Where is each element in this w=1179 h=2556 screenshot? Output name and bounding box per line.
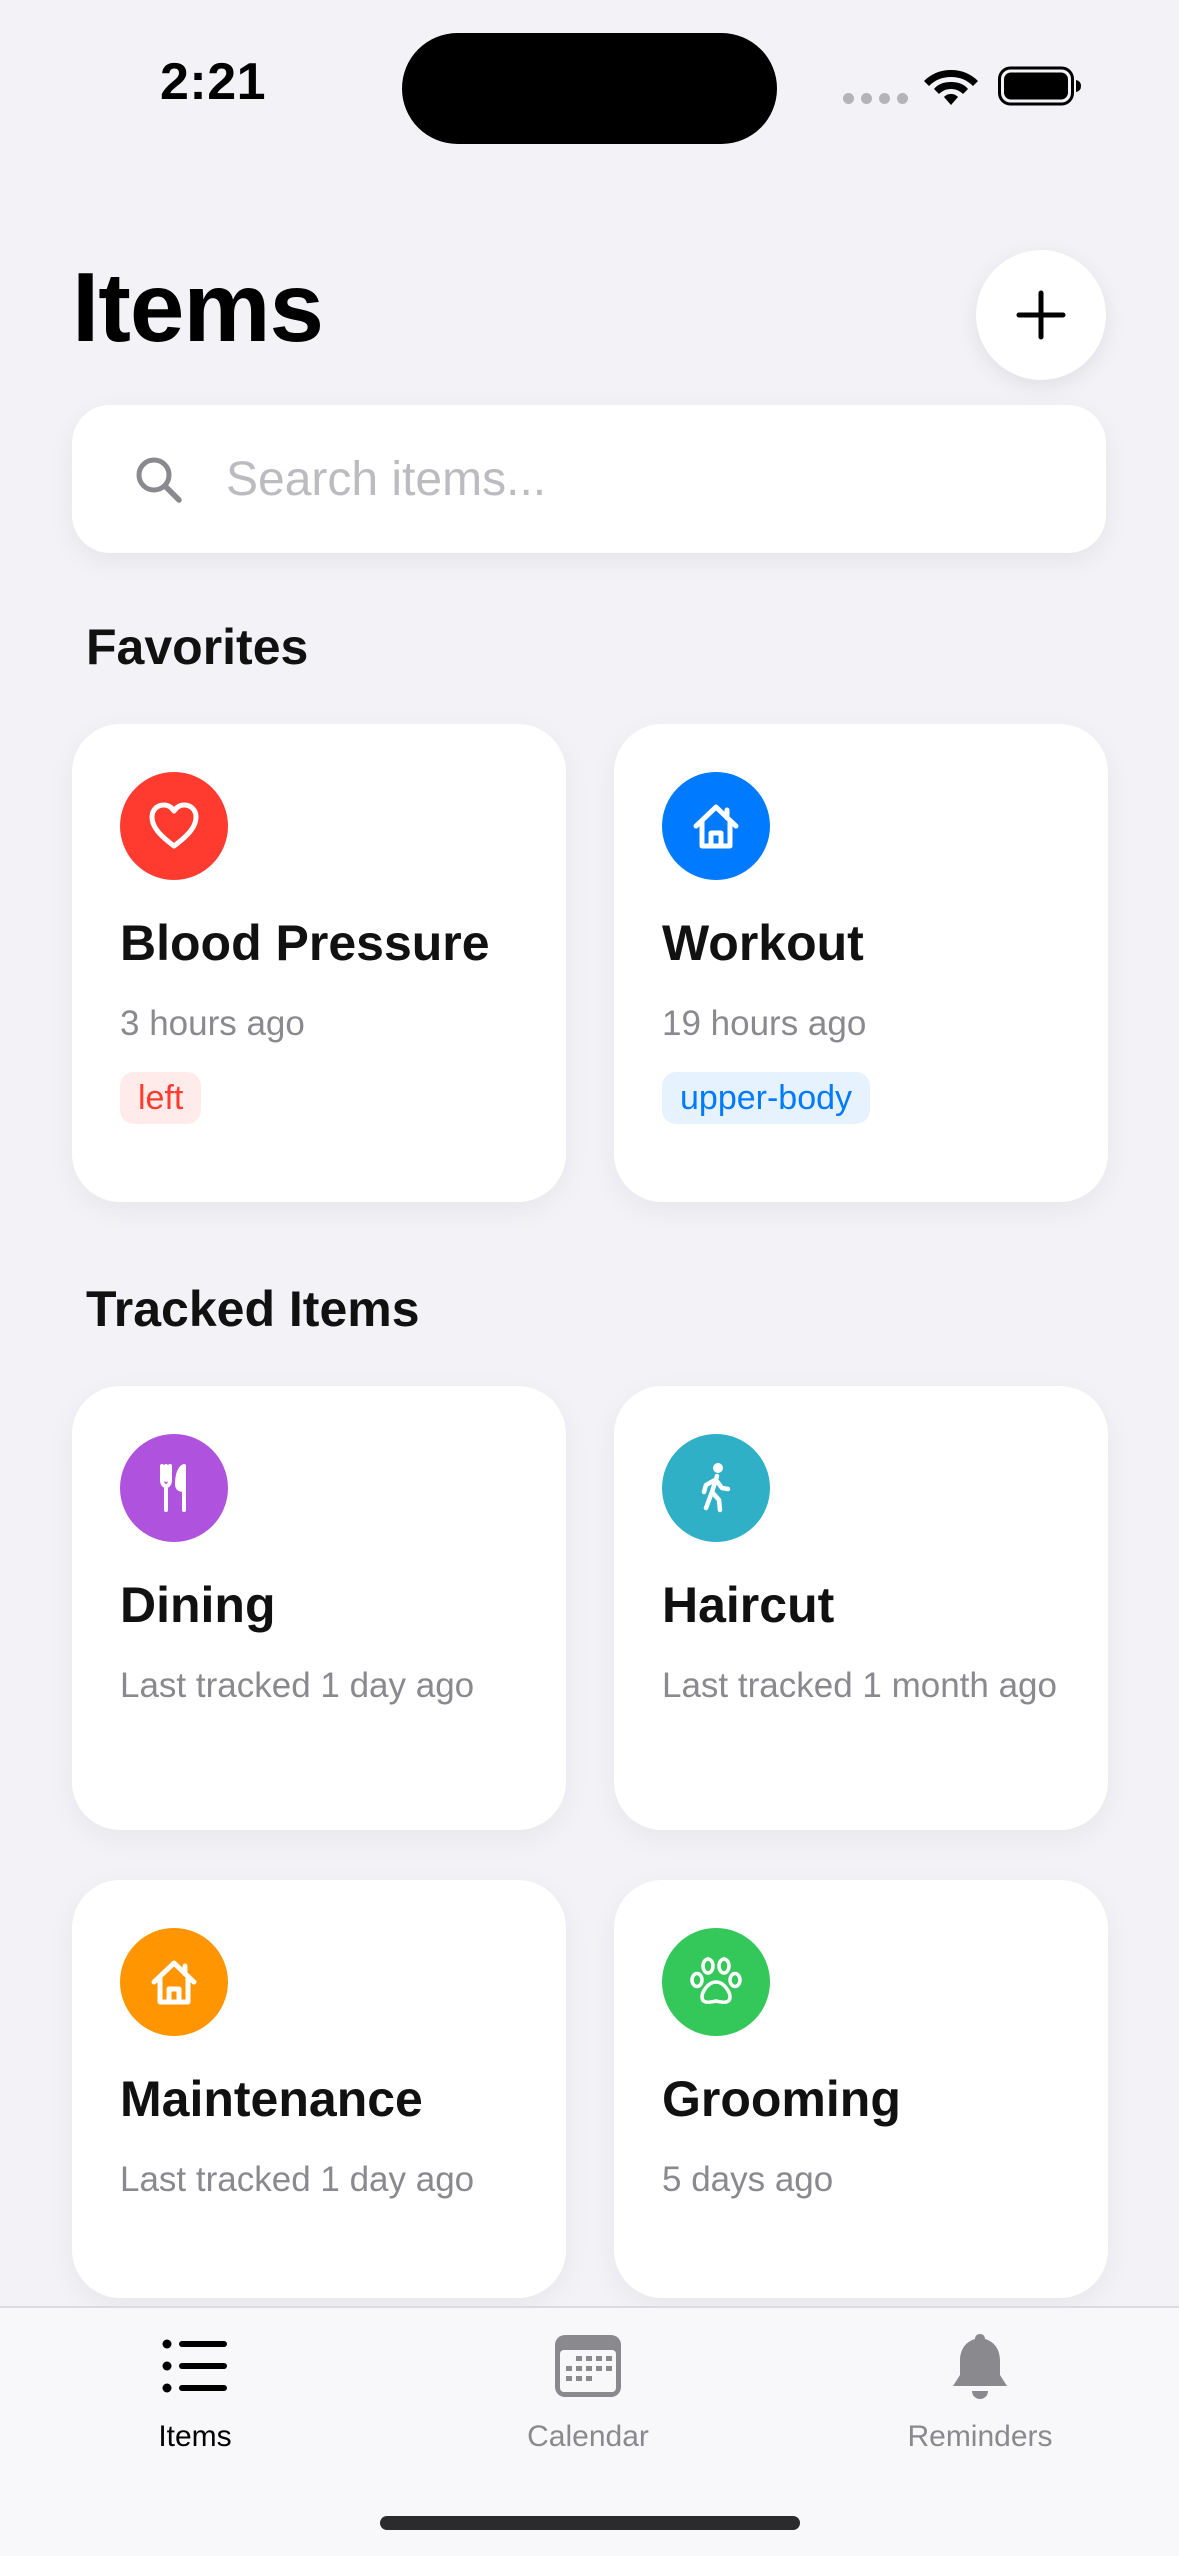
screen: 2:21 Items Favorites Blood Pressure 3 ho… [0,0,1179,2556]
card-title: Grooming [662,2071,901,2127]
tab-label: Items [158,2420,232,2453]
tab-label: Reminders [907,2420,1053,2453]
plus-icon [1016,290,1066,340]
wifi-icon [924,70,978,105]
search-icon [136,457,182,503]
card-subtitle: Last tracked 1 month ago [662,1666,1057,1705]
card-subtitle: Last tracked 1 day ago [120,1666,475,1705]
favorite-card-blood-pressure[interactable]: Blood Pressure 3 hours ago left [72,724,566,1202]
calendar-icon [555,2335,621,2397]
favorites-section-title: Favorites [86,619,309,675]
card-title: Workout [662,915,864,971]
tab-items[interactable]: Items [45,2328,345,2478]
search-input[interactable] [226,443,1066,515]
person-walking-icon [662,1434,770,1542]
tracked-card-dining[interactable]: Dining Last tracked 1 day ago [72,1386,566,1830]
tag-badge: upper-body [662,1072,871,1124]
card-subtitle: 19 hours ago [662,1004,867,1043]
cellular-signal-icon [843,93,908,104]
card-subtitle: 5 days ago [662,2160,834,2199]
house-icon [662,772,770,880]
home-indicator [380,2516,800,2530]
list-icon [162,2339,227,2393]
tab-reminders[interactable]: Reminders [830,2328,1130,2478]
fork-knife-icon [120,1434,228,1542]
tracked-card-maintenance[interactable]: Maintenance Last tracked 1 day ago [72,1880,566,2298]
page-title: Items [72,252,324,362]
favorite-card-workout[interactable]: Workout 19 hours ago upper-body [614,724,1108,1202]
card-title: Dining [120,1577,276,1633]
card-title: Haircut [662,1577,835,1633]
card-title: Maintenance [120,2071,423,2127]
battery-icon [998,66,1081,106]
paw-icon [662,1928,770,2036]
tab-calendar[interactable]: Calendar [438,2328,738,2478]
status-time: 2:21 [160,53,267,111]
add-item-button[interactable] [976,250,1106,380]
card-title: Blood Pressure [120,915,490,971]
search-bar[interactable] [72,405,1106,553]
card-subtitle: Last tracked 1 day ago [120,2160,475,2199]
heart-icon [120,772,228,880]
dynamic-island [402,33,777,144]
tracked-card-haircut[interactable]: Haircut Last tracked 1 month ago [614,1386,1108,1830]
tab-label: Calendar [527,2420,649,2453]
house-icon [120,1928,228,2036]
tag-badge: left [120,1072,202,1124]
tracked-items-section-title: Tracked Items [86,1281,420,1337]
card-subtitle: 3 hours ago [120,1004,305,1043]
tracked-card-grooming[interactable]: Grooming 5 days ago [614,1880,1108,2298]
bell-icon [953,2334,1007,2399]
